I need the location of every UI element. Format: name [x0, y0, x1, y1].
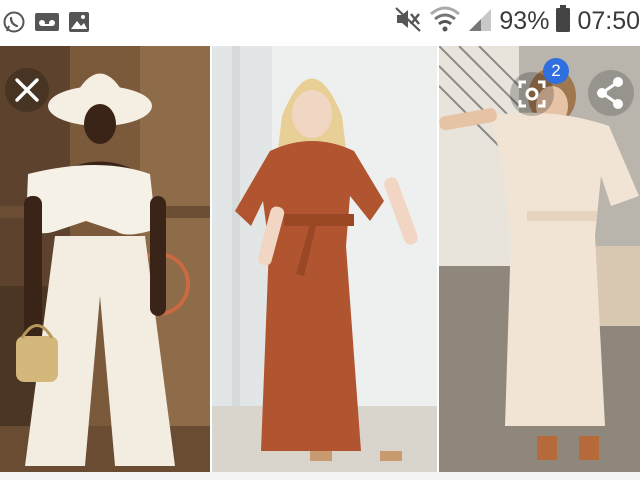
- share-button[interactable]: [588, 70, 634, 116]
- signal-icon: [467, 5, 493, 38]
- close-icon: [5, 68, 49, 112]
- status-bar: 93% 07:50: [0, 0, 640, 46]
- close-button[interactable]: [5, 68, 49, 112]
- bottom-edge: [0, 472, 640, 480]
- status-bar-left: [2, 10, 90, 39]
- battery-percent: 93%: [499, 7, 550, 35]
- results-count-badge: 2: [543, 58, 569, 84]
- wifi-icon: [429, 4, 461, 39]
- gallery-icon: [68, 11, 90, 38]
- clock: 07:50: [577, 7, 640, 35]
- battery-icon: [555, 5, 571, 38]
- status-bar-right: 93% 07:50: [393, 4, 640, 39]
- image-gallery: 2: [0, 46, 640, 472]
- share-icon: [588, 70, 634, 116]
- photo-2-illustration: [212, 46, 437, 472]
- whatsapp-icon: [2, 10, 26, 39]
- photo-rust-jumpsuit[interactable]: [212, 46, 437, 472]
- voicemail-icon: [34, 11, 60, 38]
- mute-icon: [393, 4, 423, 39]
